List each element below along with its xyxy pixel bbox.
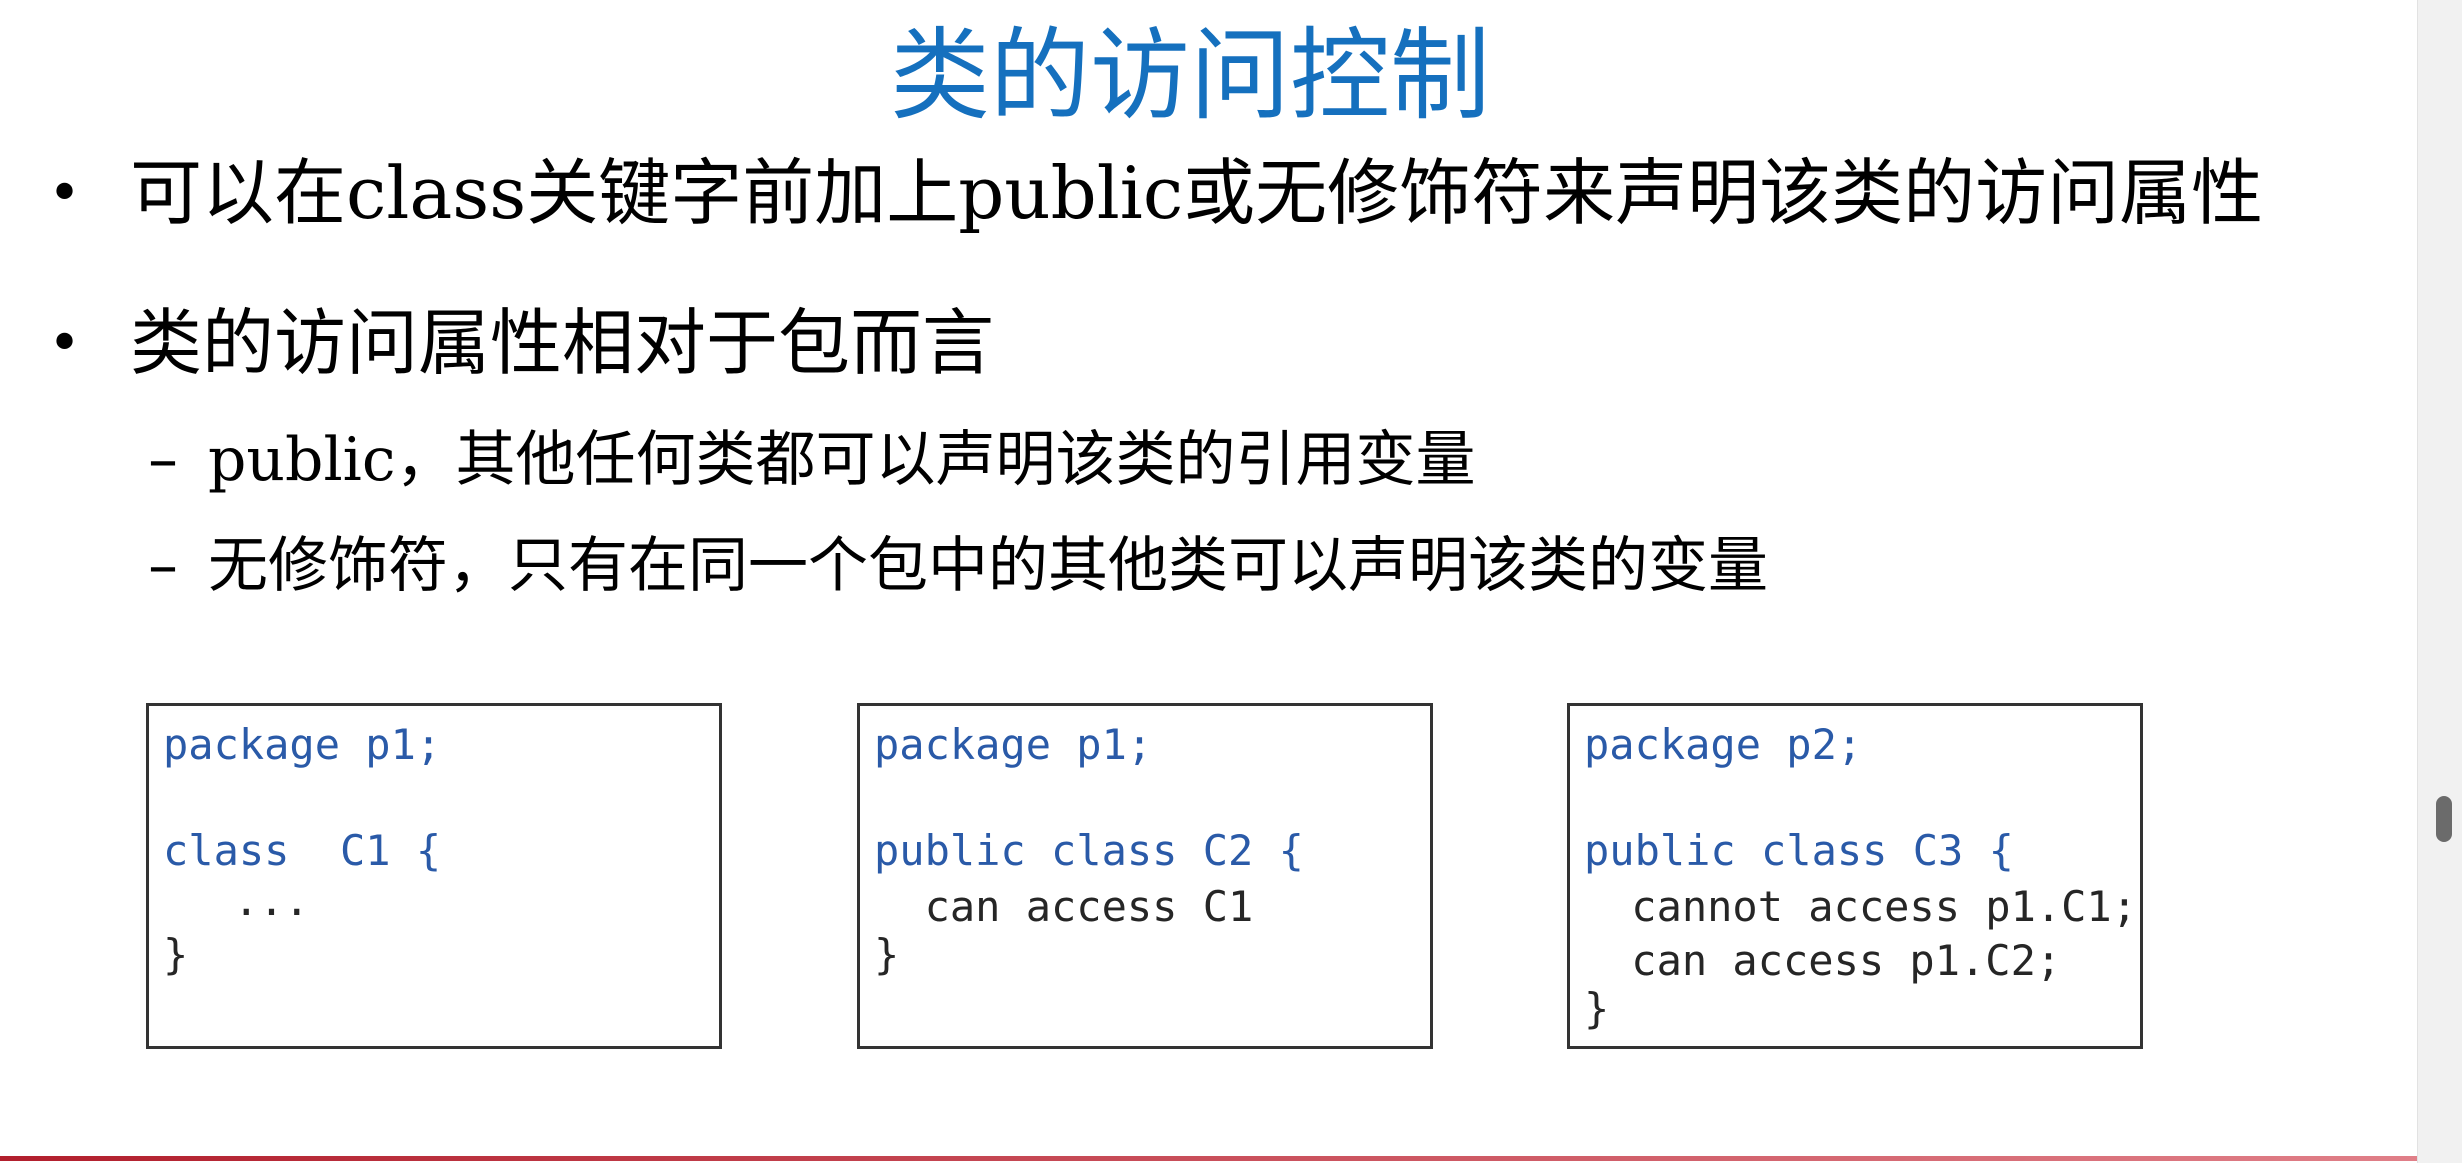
bullet-text: 类的访问属性相对于包而言	[130, 301, 995, 385]
bottom-rule	[0, 1156, 2418, 1161]
code-line-body: cannot access p1.C1;	[1606, 882, 2138, 931]
code-line-body: ...	[183, 876, 310, 925]
code-line-body: can access C1	[874, 882, 1254, 931]
code-line-close-brace: }	[163, 930, 189, 979]
sub-bullet-default: – 无修饰符，只有在同一个包中的其他类可以声明该类的变量	[148, 528, 1768, 604]
code-box-c1: package p1; class C1 { ... }	[146, 703, 722, 1049]
code-box-c3: package p2; public class C3 { cannot acc…	[1567, 703, 2143, 1049]
sub-bullet-text: 无修饰符，只有在同一个包中的其他类可以声明该类的变量	[208, 531, 1768, 601]
code-box-c2: package p1; public class C2 { can access…	[857, 703, 1433, 1049]
sub-bullet-dash: –	[148, 425, 178, 495]
bullet-text-part: 或无修饰符来声明该类的访问属性	[1183, 151, 2264, 235]
code-line-package: package p1;	[163, 720, 442, 769]
keyword-public: public	[958, 151, 1184, 235]
slide-title: 类的访问控制	[890, 17, 1490, 134]
code-line-class-decl: public class C3 {	[1584, 826, 2014, 875]
bullet-class-modifier: • 可以在class关键字前加上public或无修饰符来声明该类的访问属性	[48, 148, 2263, 239]
code-line-package: package p1;	[874, 720, 1153, 769]
bullet-text-part: 关键字前加上	[526, 151, 959, 235]
slide: 类的访问控制 • 可以在class关键字前加上public或无修饰符来声明该类的访…	[0, 0, 2418, 1163]
bullet-text-part: 可以在	[130, 151, 347, 235]
keyword-public: public	[208, 425, 396, 495]
bullet-dot: •	[48, 161, 82, 226]
bullet-dot: •	[48, 311, 82, 376]
scrollbar-thumb[interactable]	[2436, 796, 2452, 842]
code-line-class-decl: public class C2 {	[874, 826, 1304, 875]
bullet-package-scope: • 类的访问属性相对于包而言	[48, 298, 994, 389]
code-line-package: package p2;	[1584, 720, 1863, 769]
sub-bullet-dash: –	[148, 531, 178, 601]
code-line-body: can access p1.C2;	[1606, 936, 2062, 985]
code-line-class-decl: class C1 {	[163, 826, 442, 875]
sub-bullet-public: – public，其他任何类都可以声明该类的引用变量	[148, 422, 1475, 498]
vertical-scrollbar[interactable]	[2417, 0, 2462, 1163]
code-line-close-brace: }	[1584, 984, 1610, 1033]
sub-bullet-text: ，其他任何类都可以声明该类的引用变量	[395, 425, 1476, 495]
code-line-close-brace: }	[874, 930, 900, 979]
keyword-class: class	[346, 151, 527, 235]
